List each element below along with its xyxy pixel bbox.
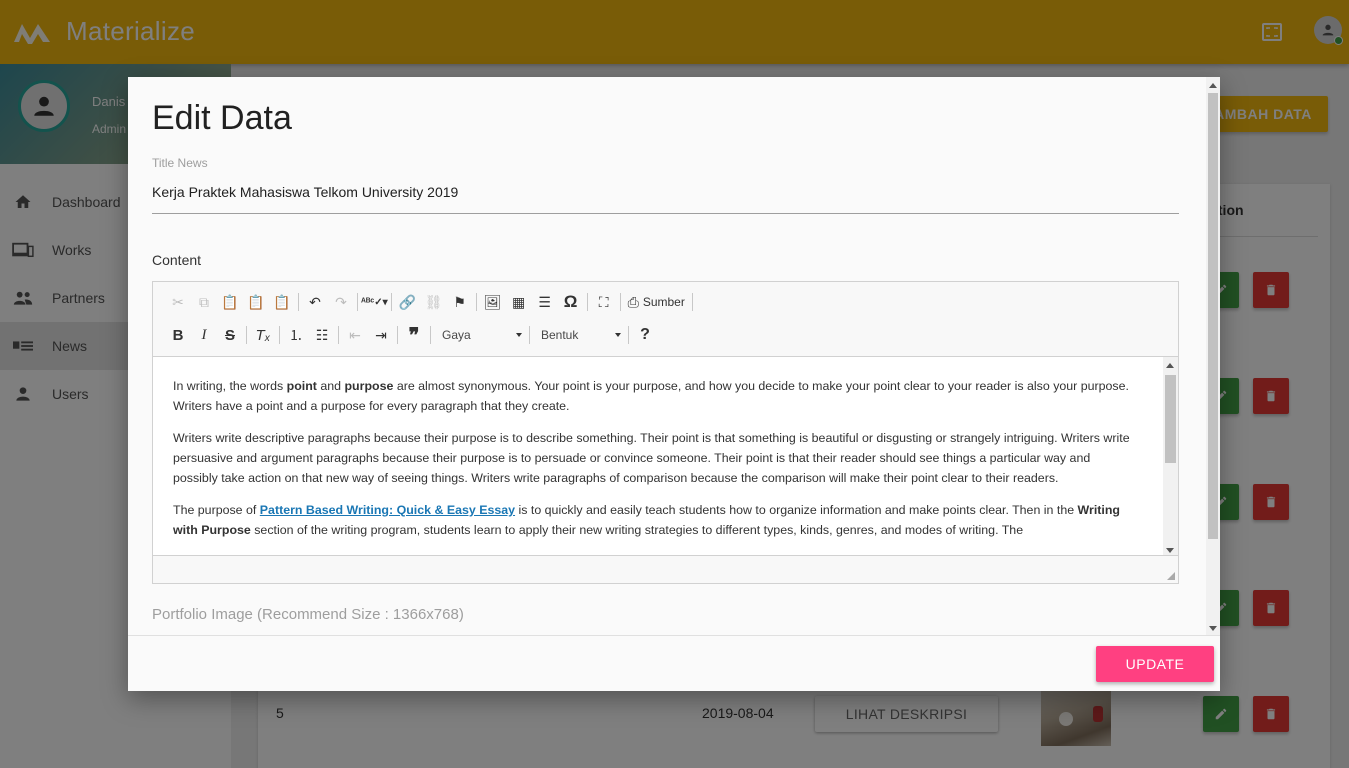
cut-icon[interactable]: ✂ <box>165 290 191 314</box>
horizontal-line-icon[interactable]: ☰ <box>532 290 558 314</box>
editor-content-area[interactable]: In writing, the words point and purpose … <box>153 357 1178 557</box>
toolbar-separator <box>628 326 629 344</box>
italic-icon[interactable]: I <box>191 323 217 347</box>
blockquote-icon[interactable]: ❞ <box>401 323 427 347</box>
modal-scrollbar[interactable] <box>1206 77 1220 635</box>
toolbar-separator <box>430 326 431 344</box>
toolbar-separator <box>691 293 693 311</box>
bold-text: point <box>286 379 317 393</box>
update-button[interactable]: UPDATE <box>1096 646 1214 682</box>
paste-text-icon[interactable]: 📋 <box>243 290 269 314</box>
edit-data-modal: Edit Data Title News Content ✂ ⧉ 📋 📋 📋 ↶… <box>128 77 1220 691</box>
content-link[interactable]: Pattern Based Writing: Quick & Easy Essa… <box>260 503 515 517</box>
toolbar-separator <box>279 326 280 344</box>
anchor-flag-icon[interactable]: ⚑ <box>447 290 473 314</box>
toolbar-row-2: B I S Tₓ ⒈ ☷ ⇤ ⇥ ❞ Gaya Bentuk ? <box>165 323 658 347</box>
toolbar-separator <box>390 293 392 311</box>
help-icon[interactable]: ? <box>632 323 658 347</box>
portfolio-image-label: Portfolio Image (Recommend Size : 1366x7… <box>152 606 464 623</box>
resize-handle-icon[interactable] <box>1167 572 1175 580</box>
chevron-down-icon <box>615 333 621 337</box>
paste-icon[interactable]: 📋 <box>217 290 243 314</box>
scroll-down-icon[interactable] <box>1166 548 1174 553</box>
scroll-down-icon[interactable] <box>1209 626 1217 631</box>
title-news-input[interactable] <box>152 181 1179 214</box>
numbered-list-icon[interactable]: ⒈ <box>283 323 309 347</box>
source-icon: ⎙ <box>627 293 639 310</box>
paragraph-text: section of the writing program, students… <box>250 523 1024 537</box>
scroll-up-icon[interactable] <box>1209 83 1217 88</box>
format-dropdown[interactable]: Bentuk <box>533 324 625 346</box>
link-icon[interactable]: 🔗 <box>395 290 421 314</box>
remove-format-icon[interactable]: Tₓ <box>250 323 276 347</box>
format-dropdown-value: Bentuk <box>541 328 579 342</box>
toolbar-separator <box>246 326 247 344</box>
paragraph-text: is to quickly and easily teach students … <box>515 503 1078 517</box>
modal-title: Edit Data <box>152 99 292 137</box>
indent-icon[interactable]: ⇥ <box>368 323 394 347</box>
unlink-icon[interactable]: ⛓ <box>421 290 447 314</box>
scroll-up-icon[interactable] <box>1166 363 1174 368</box>
content-label: Content <box>152 252 202 268</box>
modal-body: Edit Data Title News Content ✂ ⧉ 📋 📋 📋 ↶… <box>128 77 1206 635</box>
maximize-icon[interactable]: ⛶ <box>591 290 617 314</box>
toolbar-separator <box>529 326 530 344</box>
paragraph-text: The purpose of <box>173 503 260 517</box>
toolbar-separator <box>475 293 477 311</box>
editor-status-bar <box>153 555 1178 583</box>
bulleted-list-icon[interactable]: ☷ <box>309 323 335 347</box>
modal-footer: UPDATE <box>128 635 1220 691</box>
scrollbar-thumb[interactable] <box>1208 93 1218 539</box>
title-news-label: Title News <box>152 156 208 170</box>
toolbar-separator <box>586 293 588 311</box>
undo-icon[interactable]: ↶ <box>302 290 328 314</box>
outdent-icon[interactable]: ⇤ <box>342 323 368 347</box>
content-paragraph: The purpose of Pattern Based Writing: Qu… <box>173 500 1138 540</box>
source-button[interactable]: ⎙ Sumber <box>624 290 689 314</box>
scrollbar-thumb[interactable] <box>1165 375 1176 463</box>
editor-toolbar: ✂ ⧉ 📋 📋 📋 ↶ ↷ ᴬᴮᶜ✓▾ 🔗 ⛓ ⚑ 🖼 ▦ ☰ Ω ⛶ ⎙ Su… <box>153 282 1178 357</box>
table-icon[interactable]: ▦ <box>506 290 532 314</box>
content-paragraph: Writers write descriptive paragraphs bec… <box>173 431 1130 485</box>
toolbar-separator <box>619 293 621 311</box>
toolbar-separator <box>298 293 299 311</box>
special-char-icon[interactable]: Ω <box>558 290 584 314</box>
image-icon[interactable]: 🖼 <box>480 290 506 314</box>
copy-icon[interactable]: ⧉ <box>191 290 217 314</box>
paste-word-icon[interactable]: 📋 <box>269 290 295 314</box>
bold-icon[interactable]: B <box>165 323 191 347</box>
chevron-down-icon <box>516 333 522 337</box>
style-dropdown-value: Gaya <box>442 328 471 342</box>
rich-text-editor: ✂ ⧉ 📋 📋 📋 ↶ ↷ ᴬᴮᶜ✓▾ 🔗 ⛓ ⚑ 🖼 ▦ ☰ Ω ⛶ ⎙ Su… <box>152 281 1179 584</box>
source-label: Sumber <box>642 295 685 309</box>
bold-text: purpose <box>344 379 394 393</box>
toolbar-separator <box>357 293 358 311</box>
redo-icon[interactable]: ↷ <box>328 290 354 314</box>
toolbar-separator <box>338 326 339 344</box>
paragraph-text: and <box>316 379 345 393</box>
style-dropdown[interactable]: Gaya <box>434 324 526 346</box>
editor-scrollbar[interactable] <box>1163 357 1178 557</box>
toolbar-row-1: ✂ ⧉ 📋 📋 📋 ↶ ↷ ᴬᴮᶜ✓▾ 🔗 ⛓ ⚑ 🖼 ▦ ☰ Ω ⛶ ⎙ Su… <box>165 290 696 314</box>
paragraph-text: In writing, the words <box>173 379 287 393</box>
content-paragraph: In writing, the words point and purpose … <box>173 376 1138 416</box>
spellcheck-icon[interactable]: ᴬᴮᶜ✓▾ <box>361 290 388 314</box>
strikethrough-icon[interactable]: S <box>217 323 243 347</box>
toolbar-separator <box>397 326 398 344</box>
